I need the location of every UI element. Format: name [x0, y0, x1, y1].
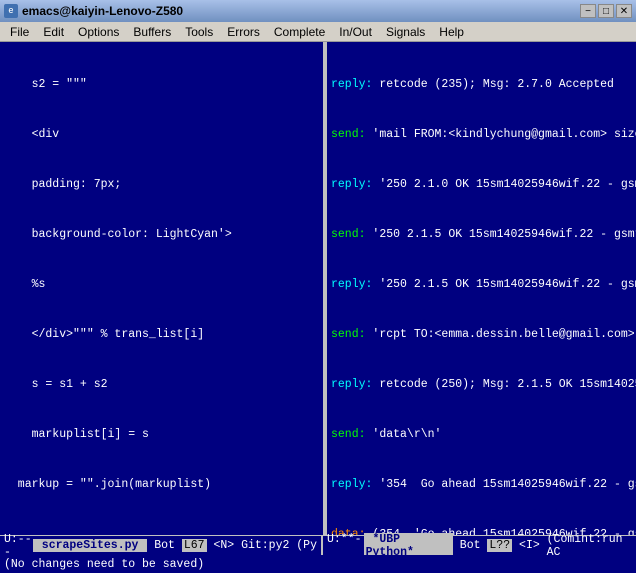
code-line: </div>""" % trans_list[i]: [4, 327, 319, 344]
status-narrow-left: <N>: [207, 539, 242, 552]
log-line: reply: '354 Go ahead 15sm14025946wif.22 …: [331, 477, 632, 494]
menu-inout[interactable]: In/Out: [333, 24, 378, 40]
log-line: reply: '250 2.1.5 OK 15sm14025946wif.22 …: [331, 277, 632, 294]
code-line: [4, 527, 319, 535]
mini-buffer-text: (No changes need to be saved): [4, 558, 204, 571]
log-line: send: 'mail FROM:<kindlychung@gmail.com>…: [331, 127, 632, 144]
menu-errors[interactable]: Errors: [221, 24, 266, 40]
maximize-button[interactable]: □: [598, 4, 614, 18]
menu-signals[interactable]: Signals: [380, 24, 431, 40]
status-line-left: L67: [182, 539, 207, 552]
menu-bar: File Edit Options Buffers Tools Errors C…: [0, 22, 636, 42]
mini-buffer: (No changes need to be saved): [0, 555, 636, 573]
status-narrow-right: <I>: [512, 539, 547, 552]
code-line: s = s1 + s2: [4, 377, 319, 394]
menu-file[interactable]: File: [4, 24, 35, 40]
window-controls[interactable]: − □ ✕: [580, 4, 632, 18]
editor-area: s2 = """ <div padding: 7px; background-c…: [0, 42, 636, 535]
status-left: U:--- scrapeSites.py Bot L67 <N> Git:py2…: [0, 536, 323, 555]
menu-options[interactable]: Options: [72, 24, 125, 40]
menu-tools[interactable]: Tools: [179, 24, 219, 40]
close-button[interactable]: ✕: [616, 4, 632, 18]
menu-complete[interactable]: Complete: [268, 24, 331, 40]
code-line: background-color: LightCyan'>: [4, 227, 319, 244]
menu-edit[interactable]: Edit: [37, 24, 70, 40]
title-bar: e emacs@kaiyin-Lenovo-Z580 − □ ✕: [0, 0, 636, 22]
status-bot-right: Bot: [453, 539, 488, 552]
log-line: send: '250 2.1.5 OK 15sm14025946wif.22 -…: [331, 227, 632, 244]
left-code-content[interactable]: s2 = """ <div padding: 7px; background-c…: [0, 42, 323, 535]
right-pane[interactable]: reply: retcode (235); Msg: 2.7.0 Accepte…: [325, 42, 636, 535]
code-line: <div: [4, 127, 319, 144]
status-bot-left: Bot: [147, 539, 182, 552]
left-pane[interactable]: s2 = """ <div padding: 7px; background-c…: [0, 42, 323, 535]
code-line: markuplist[i] = s: [4, 427, 319, 444]
log-line: reply: retcode (235); Msg: 2.7.0 Accepte…: [331, 77, 632, 94]
status-bar: U:--- scrapeSites.py Bot L67 <N> Git:py2…: [0, 535, 636, 555]
title-bar-left: e emacs@kaiyin-Lenovo-Z580: [4, 4, 183, 18]
code-line: s2 = """: [4, 77, 319, 94]
app-icon: e: [4, 4, 18, 18]
code-line: %s: [4, 277, 319, 294]
window-title: emacs@kaiyin-Lenovo-Z580: [22, 4, 183, 18]
status-git-left: Git:py2: [241, 539, 296, 552]
log-line: reply: retcode (250); Msg: 2.1.5 OK 15sm…: [331, 377, 632, 394]
minimize-button[interactable]: −: [580, 4, 596, 18]
menu-buffers[interactable]: Buffers: [127, 24, 177, 40]
status-line-right: L??: [487, 539, 512, 552]
log-line: send: 'rcpt TO:<emma.dessin.belle@gmail.…: [331, 327, 632, 344]
log-line: reply: '250 2.1.0 OK 15sm14025946wif.22 …: [331, 177, 632, 194]
menu-help[interactable]: Help: [433, 24, 470, 40]
status-filename: scrapeSites.py: [33, 539, 147, 552]
right-code-content: reply: retcode (235); Msg: 2.7.0 Accepte…: [327, 42, 636, 535]
status-right: U:**- *UBP Python* Bot L?? <I> (Comint:r…: [323, 536, 636, 555]
log-line: send: 'data\r\n': [331, 427, 632, 444]
code-line: padding: 7px;: [4, 177, 319, 194]
status-extra-left: (Py: [296, 539, 317, 552]
code-line: markup = "".join(markuplist): [4, 477, 319, 494]
